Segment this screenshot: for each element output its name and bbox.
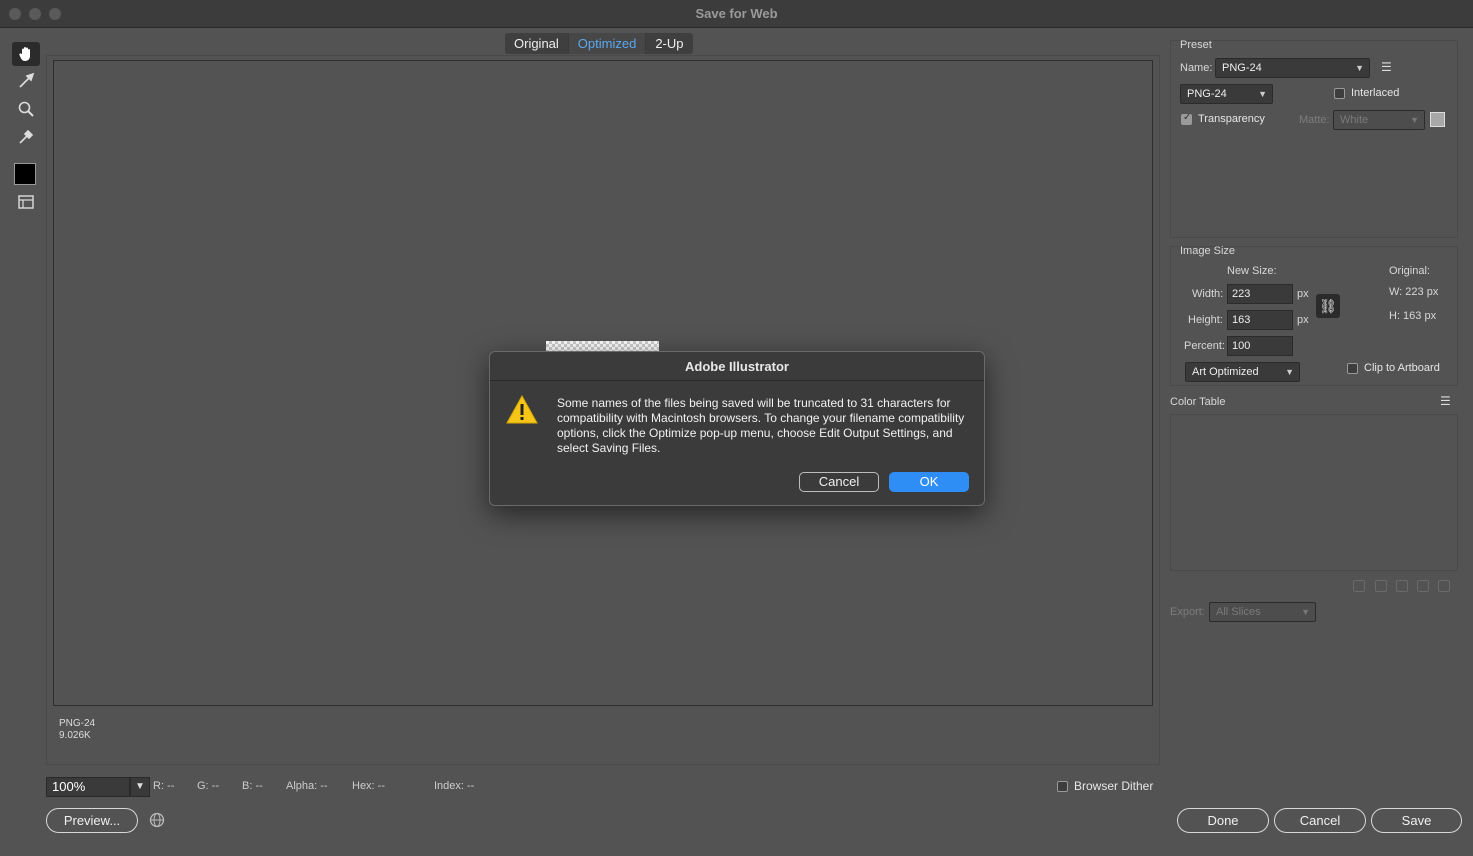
- file-format-dropdown[interactable]: PNG-24 ▼: [1180, 84, 1273, 104]
- chevron-down-icon: ▼: [1258, 89, 1267, 99]
- add-color-icon[interactable]: [1417, 580, 1429, 592]
- zoom-dropdown-chevron-icon[interactable]: ▼: [130, 777, 150, 797]
- height-unit: px: [1297, 314, 1309, 326]
- alert-dialog: Adobe Illustrator Some names of the file…: [489, 351, 985, 506]
- original-width: W: 223 px: [1389, 286, 1439, 298]
- percent-input[interactable]: 100: [1227, 336, 1293, 356]
- color-table-menu-icon[interactable]: ☰: [1440, 395, 1454, 407]
- preset-name-dropdown[interactable]: PNG-24 ▼: [1215, 58, 1370, 78]
- file-size-label: 9.026K: [59, 730, 91, 741]
- green-readout: G: --: [197, 780, 219, 792]
- constrain-proportions-link-icon[interactable]: ⛓: [1316, 294, 1340, 318]
- width-label: Width:: [1192, 288, 1224, 300]
- browser-dither-checkbox[interactable]: Browser Dither: [1057, 779, 1153, 793]
- transparency-box[interactable]: [1181, 112, 1192, 125]
- matte-dropdown[interactable]: White ▼: [1333, 110, 1425, 130]
- hex-readout: Hex: --: [352, 780, 385, 792]
- cancel-button[interactable]: Cancel: [1274, 808, 1366, 833]
- eyedropper-tool-icon[interactable]: [12, 125, 40, 149]
- format-label: PNG-24: [59, 718, 96, 729]
- zoom-level-input[interactable]: 100%: [46, 777, 130, 797]
- optimization-info: PNG-24 9.026K: [59, 718, 95, 742]
- resample-quality-dropdown[interactable]: Art Optimized ▼: [1185, 362, 1300, 382]
- interlaced-label: Interlaced: [1351, 87, 1400, 99]
- preset-name-label: Name:: [1180, 62, 1213, 74]
- width-unit: px: [1297, 288, 1309, 300]
- alpha-readout: Alpha: --: [286, 780, 328, 792]
- tab-original[interactable]: Original: [505, 33, 568, 54]
- zoom-tool-icon[interactable]: [12, 97, 40, 121]
- image-size-heading: Image Size: [1180, 245, 1236, 257]
- original-size-label: Original:: [1389, 265, 1430, 277]
- clip-to-artboard-box[interactable]: [1347, 362, 1358, 374]
- index-readout: Index: --: [434, 780, 475, 792]
- browser-dither-box[interactable]: [1057, 780, 1068, 792]
- preset-heading: Preset: [1180, 39, 1212, 51]
- chevron-down-icon: ▼: [1410, 115, 1419, 125]
- lock-color-icon[interactable]: [1396, 580, 1408, 592]
- preview-button[interactable]: Preview...: [46, 808, 138, 833]
- dialog-ok-button[interactable]: OK: [889, 472, 969, 492]
- chevron-down-icon: ▼: [1301, 607, 1310, 617]
- done-button[interactable]: Done: [1177, 808, 1269, 833]
- eyedropper-color-swatch[interactable]: [14, 163, 36, 185]
- save-button[interactable]: Save: [1371, 808, 1462, 833]
- tab-2-up[interactable]: 2-Up: [646, 33, 692, 54]
- toggle-slices-icon[interactable]: [12, 190, 40, 214]
- delete-color-icon[interactable]: [1438, 580, 1450, 592]
- matte-color-swatch[interactable]: [1430, 112, 1445, 127]
- clip-to-artboard-label: Clip to Artboard: [1364, 362, 1440, 374]
- transparency-label: Transparency: [1198, 113, 1265, 125]
- browser-dither-label: Browser Dither: [1074, 779, 1154, 793]
- new-size-label: New Size:: [1227, 265, 1277, 277]
- export-dropdown[interactable]: All Slices ▼: [1209, 602, 1316, 622]
- chevron-down-icon: ▼: [1355, 63, 1364, 73]
- percent-label: Percent:: [1184, 340, 1225, 352]
- tab-optimized[interactable]: Optimized: [567, 33, 647, 54]
- slice-select-tool-icon[interactable]: [12, 69, 40, 93]
- color-table-heading: Color Table: [1170, 396, 1226, 408]
- interlaced-box[interactable]: [1334, 87, 1345, 99]
- blue-readout: B: --: [242, 780, 263, 792]
- view-tabs: Original Optimized 2-Up: [505, 33, 693, 54]
- file-format-value: PNG-24: [1187, 88, 1227, 100]
- interlaced-checkbox[interactable]: Interlaced: [1334, 87, 1399, 99]
- chevron-down-icon: ▼: [1285, 367, 1294, 377]
- width-input[interactable]: 223: [1227, 284, 1293, 304]
- clip-to-artboard-checkbox[interactable]: Clip to Artboard: [1347, 362, 1440, 374]
- export-label: Export:: [1170, 606, 1205, 618]
- warning-icon: [506, 394, 538, 425]
- optimize-menu-icon[interactable]: ☰: [1381, 61, 1395, 73]
- dialog-message: Some names of the files being saved will…: [557, 396, 965, 455]
- resample-quality-value: Art Optimized: [1192, 366, 1259, 378]
- color-table: [1170, 414, 1458, 571]
- status-bar: 100% ▼ R: -- G: -- B: -- Alpha: -- Hex: …: [46, 777, 1166, 797]
- matte-label: Matte:: [1299, 114, 1330, 126]
- title-bar: Save for Web: [0, 0, 1473, 28]
- map-to-transparent-icon[interactable]: [1353, 580, 1365, 592]
- preset-name-value: PNG-24: [1222, 62, 1262, 74]
- tool-strip: [8, 38, 44, 218]
- matte-value: White: [1340, 114, 1369, 126]
- browser-preview-globe-icon[interactable]: [149, 812, 165, 828]
- height-label: Height:: [1188, 314, 1223, 326]
- hand-tool-icon[interactable]: [12, 42, 40, 66]
- export-value: All Slices: [1216, 606, 1261, 618]
- original-height: H: 163 px: [1389, 310, 1437, 322]
- dialog-title: Adobe Illustrator: [490, 352, 984, 381]
- window-title: Save for Web: [695, 6, 778, 21]
- save-for-web-window: Save for Web Original Optimized 2-Up PNG…: [0, 0, 1473, 856]
- transparency-checkbox[interactable]: Transparency: [1181, 112, 1265, 125]
- dialog-cancel-button[interactable]: Cancel: [799, 472, 879, 492]
- height-input[interactable]: 163: [1227, 310, 1293, 330]
- red-readout: R: --: [153, 780, 175, 792]
- web-shift-icon[interactable]: [1375, 580, 1387, 592]
